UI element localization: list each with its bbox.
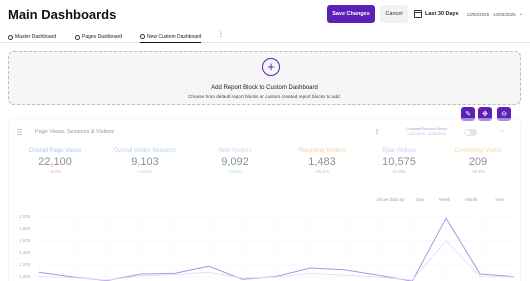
dashboard-icon [75,34,80,40]
date-range-picker[interactable]: Last 30 Days 13/02/2025 - 14/03/2025 ⌄ [414,7,523,21]
dashboard-tabs: Master Dashboard Pages Dashboard New Cus… [0,29,530,43]
tab-more-menu-icon[interactable]: ⋮ [218,31,224,38]
date-range-dates: 13/02/2025 - 14/03/2025 [466,11,516,17]
tab-label: Pages Dashboard [82,34,123,40]
page-title: Main Dashboards [8,7,117,22]
add-block-subtitle: Choose from default report blocks or cus… [188,94,341,99]
tab-label: New Custom Dashboard [147,33,202,40]
dashboard-icon [8,34,13,40]
tab-pages-dashboard[interactable]: Pages Dashboard [75,31,122,43]
dashboard-icon [140,34,145,39]
add-report-block-area[interactable]: + Add Report Block to Custom Dashboard C… [8,51,521,105]
report-block: Page Views, Sessions & Visitors ⇪ Compar… [8,118,521,281]
date-range-label: Last 30 Days [425,11,459,17]
line-chart [38,216,515,281]
chevron-down-icon: ⌄ [518,11,523,17]
add-block-title: Add Report Block to Custom Dashboard [211,85,318,91]
calendar-icon [414,10,422,18]
add-icon[interactable]: + [262,58,280,76]
minus-icon: ⊖ [501,111,507,118]
move-icon: ✥ [482,111,488,118]
tab-label: Master Dashboard [15,34,57,40]
pencil-icon: ✎ [465,111,471,118]
tab-master-dashboard[interactable]: Master Dashboard [8,31,56,43]
header: Main Dashboards Save Changes Cancel Last… [0,0,530,28]
cancel-button[interactable]: Cancel [380,5,408,23]
tab-new-custom-dashboard[interactable]: New Custom Dashboard [140,31,202,43]
save-changes-button[interactable]: Save Changes [327,5,375,23]
